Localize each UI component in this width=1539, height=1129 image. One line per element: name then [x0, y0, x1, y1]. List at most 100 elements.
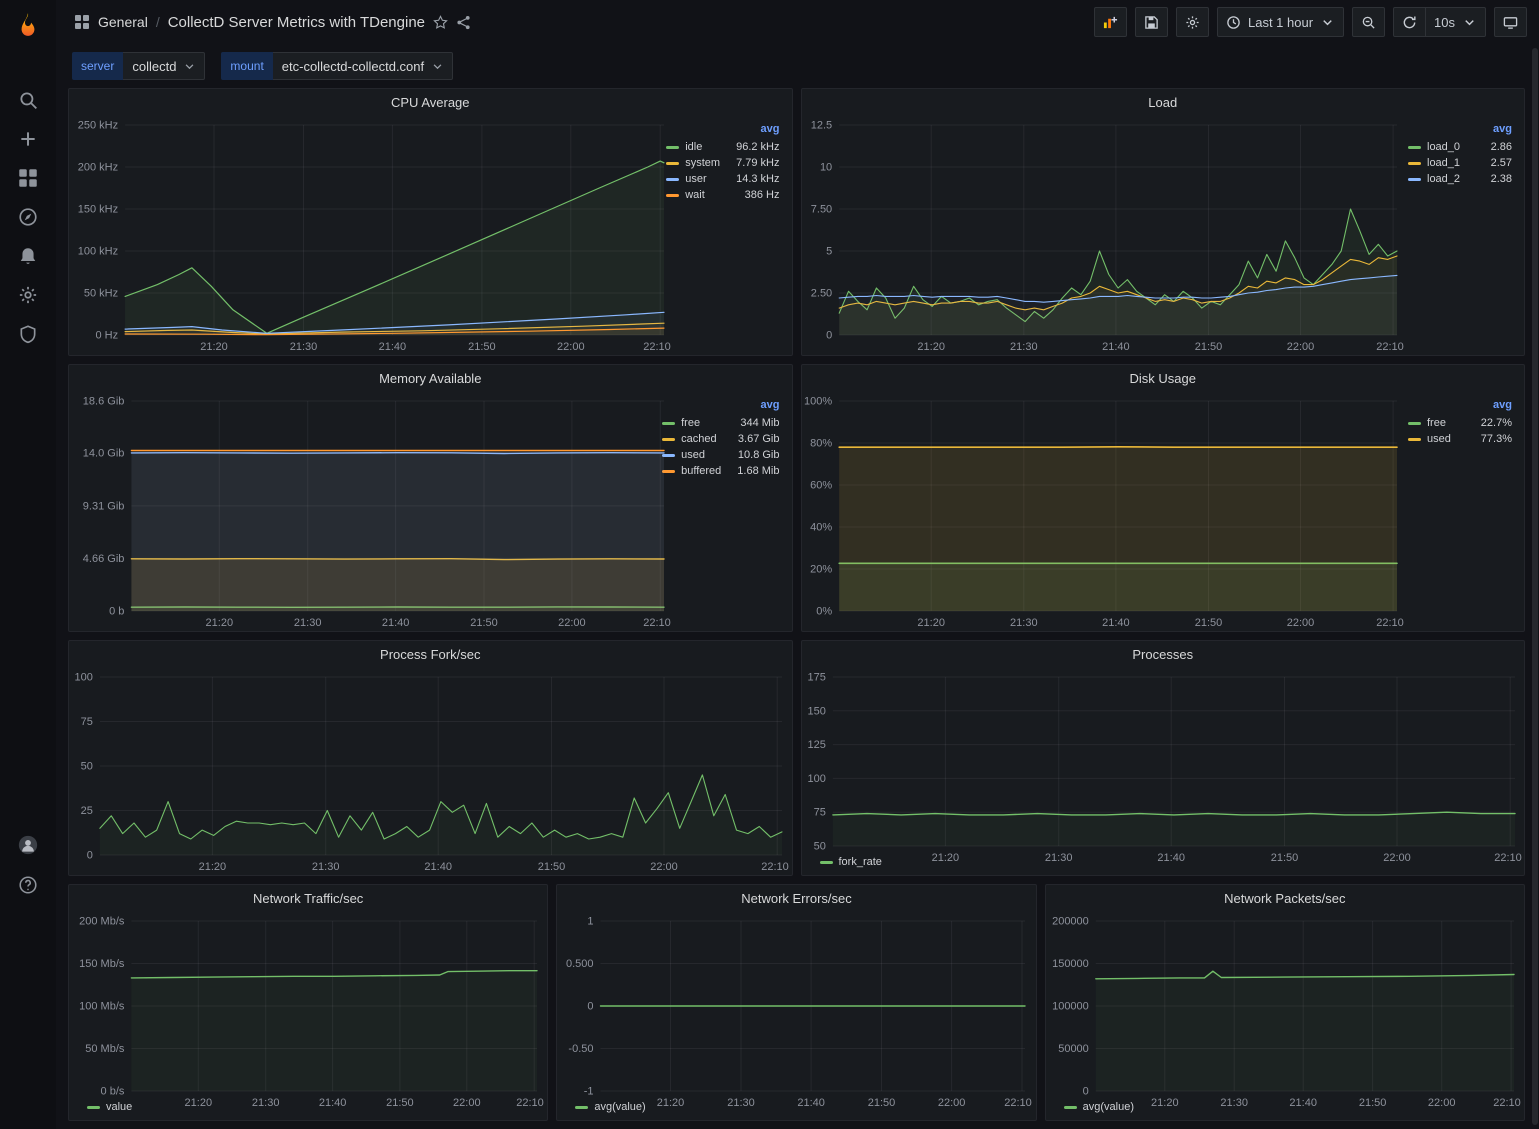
legend-series-avg: 7.79 kHz: [726, 157, 779, 169]
star-icon[interactable]: [433, 15, 448, 30]
svg-text:50: 50: [81, 761, 93, 773]
cycle-view-button[interactable]: [1494, 7, 1527, 37]
legend-item[interactable]: buffered1.68 Mib: [662, 465, 779, 477]
refresh-interval-dropdown[interactable]: 10s: [1426, 7, 1486, 37]
scrollbar-thumb[interactable]: [1532, 48, 1538, 1125]
search-icon[interactable]: [10, 82, 46, 118]
alerting-bell-icon[interactable]: [10, 238, 46, 274]
legend-swatch: [1408, 438, 1421, 441]
legend-item[interactable]: idle 96.2 kHz: [666, 141, 779, 153]
time-range-picker[interactable]: Last 1 hour: [1217, 7, 1344, 37]
add-panel-button[interactable]: [1094, 7, 1127, 37]
legend-series-avg: 96.2 kHz: [726, 141, 779, 153]
cpu-average-chart[interactable]: 0 Hz50 kHz100 kHz150 kHz200 kHz250 kHz21…: [69, 115, 664, 355]
chart-svg: 05000010000015000020000021:2021:3021:402…: [1046, 911, 1524, 1111]
dashboard-settings-button[interactable]: [1176, 7, 1209, 37]
panel-title[interactable]: CPU Average: [69, 89, 792, 115]
dashboard-row: CPU Average 0 Hz50 kHz100 kHz150 kHz200 …: [68, 88, 1525, 356]
svg-text:21:50: 21:50: [468, 341, 496, 353]
sidebar-menu: [10, 82, 46, 352]
chart-svg: 507510012515017521:2021:3021:4021:5022:0…: [802, 667, 1525, 866]
network-errors-chart[interactable]: -1-0.5000.500121:2021:3021:4021:5022:002…: [557, 911, 1035, 1099]
legend-item[interactable]: user14.3 kHz: [666, 173, 779, 185]
memory-available-chart[interactable]: 0 b4.66 Gib9.31 Gib14.0 Gib18.6 Gib21:20…: [69, 391, 660, 631]
svg-text:0 b: 0 b: [109, 606, 124, 618]
dashboards-icon[interactable]: [10, 160, 46, 196]
svg-text:21:50: 21:50: [868, 1097, 896, 1109]
save-dashboard-button[interactable]: [1135, 7, 1168, 37]
variable-server-value[interactable]: collectd: [123, 52, 205, 80]
processes-chart[interactable]: 507510012515017521:2021:3021:4021:5022:0…: [802, 667, 1525, 854]
network-packets-chart[interactable]: 05000010000015000020000021:2021:3021:402…: [1046, 911, 1524, 1099]
dashboard-title[interactable]: CollectD Server Metrics with TDengine: [168, 14, 425, 31]
svg-text:22:00: 22:00: [557, 341, 585, 353]
process-fork-chart[interactable]: 025507510021:2021:3021:4021:5022:0022:10: [69, 667, 792, 875]
variable-mount-label: mount: [221, 52, 272, 80]
panel-title[interactable]: Processes: [802, 641, 1525, 667]
legend-item[interactable]: used77.3%: [1408, 433, 1512, 445]
svg-text:200 Mb/s: 200 Mb/s: [79, 916, 125, 928]
plus-icon[interactable]: [10, 121, 46, 157]
legend-item[interactable]: load_12.57: [1408, 157, 1512, 169]
panel-title[interactable]: Network Packets/sec: [1046, 885, 1524, 911]
svg-text:100 Mb/s: 100 Mb/s: [79, 1001, 125, 1013]
load-chart[interactable]: 02.5057.501012.521:2021:3021:4021:5022:0…: [802, 115, 1407, 355]
clock-icon: [1226, 15, 1241, 30]
panel-title[interactable]: Disk Usage: [802, 365, 1525, 391]
explore-compass-icon[interactable]: [10, 199, 46, 235]
help-icon[interactable]: [10, 867, 46, 903]
svg-text:1: 1: [588, 916, 594, 928]
svg-text:21:40: 21:40: [1102, 617, 1130, 629]
share-icon[interactable]: [456, 15, 471, 30]
breadcrumb-folder[interactable]: General: [98, 14, 148, 30]
variable-mount-value[interactable]: etc-collectd-collectd.conf: [273, 52, 453, 80]
panel-title[interactable]: Memory Available: [69, 365, 792, 391]
zoom-out-button[interactable]: [1352, 7, 1385, 37]
disk-usage-chart[interactable]: 0%20%40%60%80%100%21:2021:3021:4021:5022…: [802, 391, 1407, 631]
scrollbar[interactable]: [1532, 48, 1538, 1125]
svg-text:175: 175: [807, 672, 825, 684]
refresh-button[interactable]: [1393, 7, 1426, 37]
legend-item[interactable]: wait386 Hz: [666, 189, 779, 201]
legend-series-name: wait: [685, 189, 705, 201]
variable-mount[interactable]: mount etc-collectd-collectd.conf: [221, 52, 453, 80]
svg-text:21:40: 21:40: [379, 341, 407, 353]
panel-cpu-average: CPU Average 0 Hz50 kHz100 kHz150 kHz200 …: [68, 88, 793, 356]
svg-text:75: 75: [81, 716, 93, 728]
legend-series-name: idle: [685, 141, 702, 153]
legend-item[interactable]: load_02.86: [1408, 141, 1512, 153]
legend-item[interactable]: free344 Mib: [662, 417, 779, 429]
svg-text:22:10: 22:10: [516, 1097, 544, 1109]
svg-text:14.0 Gib: 14.0 Gib: [83, 447, 125, 459]
panel-title[interactable]: Network Errors/sec: [557, 885, 1035, 911]
svg-text:25: 25: [81, 805, 93, 817]
configuration-gear-icon[interactable]: [10, 277, 46, 313]
svg-text:21:50: 21:50: [470, 617, 498, 629]
svg-text:21:30: 21:30: [1010, 341, 1038, 353]
network-traffic-chart[interactable]: 0 b/s50 Mb/s100 Mb/s150 Mb/s200 Mb/s21:2…: [69, 911, 547, 1099]
app-root: General / CollectD Server Metrics with T…: [0, 0, 1539, 1129]
server-admin-shield-icon[interactable]: [10, 316, 46, 352]
svg-text:150 kHz: 150 kHz: [78, 204, 118, 216]
user-avatar[interactable]: [10, 827, 46, 863]
legend-series-avg: 22.7%: [1471, 417, 1512, 429]
legend-item[interactable]: load_22.38: [1408, 173, 1512, 185]
panel-title[interactable]: Network Traffic/sec: [69, 885, 547, 911]
legend-item[interactable]: system7.79 kHz: [666, 157, 779, 169]
svg-text:22:00: 22:00: [558, 617, 586, 629]
legend-series-avg: 10.8 Gib: [728, 449, 780, 461]
legend-item[interactable]: cached3.67 Gib: [662, 433, 779, 445]
variable-server[interactable]: server collectd: [72, 52, 205, 80]
legend-item[interactable]: free22.7%: [1408, 417, 1512, 429]
svg-text:21:30: 21:30: [290, 341, 318, 353]
legend-series-avg: 2.86: [1481, 141, 1512, 153]
panel-title[interactable]: Process Fork/sec: [69, 641, 792, 667]
grafana-flame-icon[interactable]: [11, 8, 45, 42]
svg-text:22:00: 22:00: [1428, 1097, 1456, 1109]
svg-text:-0.50: -0.50: [569, 1043, 594, 1055]
legend-avg-header: avg: [662, 399, 779, 411]
chart-svg: 0 b/s50 Mb/s100 Mb/s150 Mb/s200 Mb/s21:2…: [69, 911, 547, 1111]
svg-text:21:20: 21:20: [917, 341, 945, 353]
panel-title[interactable]: Load: [802, 89, 1525, 115]
legend-item[interactable]: used10.8 Gib: [662, 449, 779, 461]
